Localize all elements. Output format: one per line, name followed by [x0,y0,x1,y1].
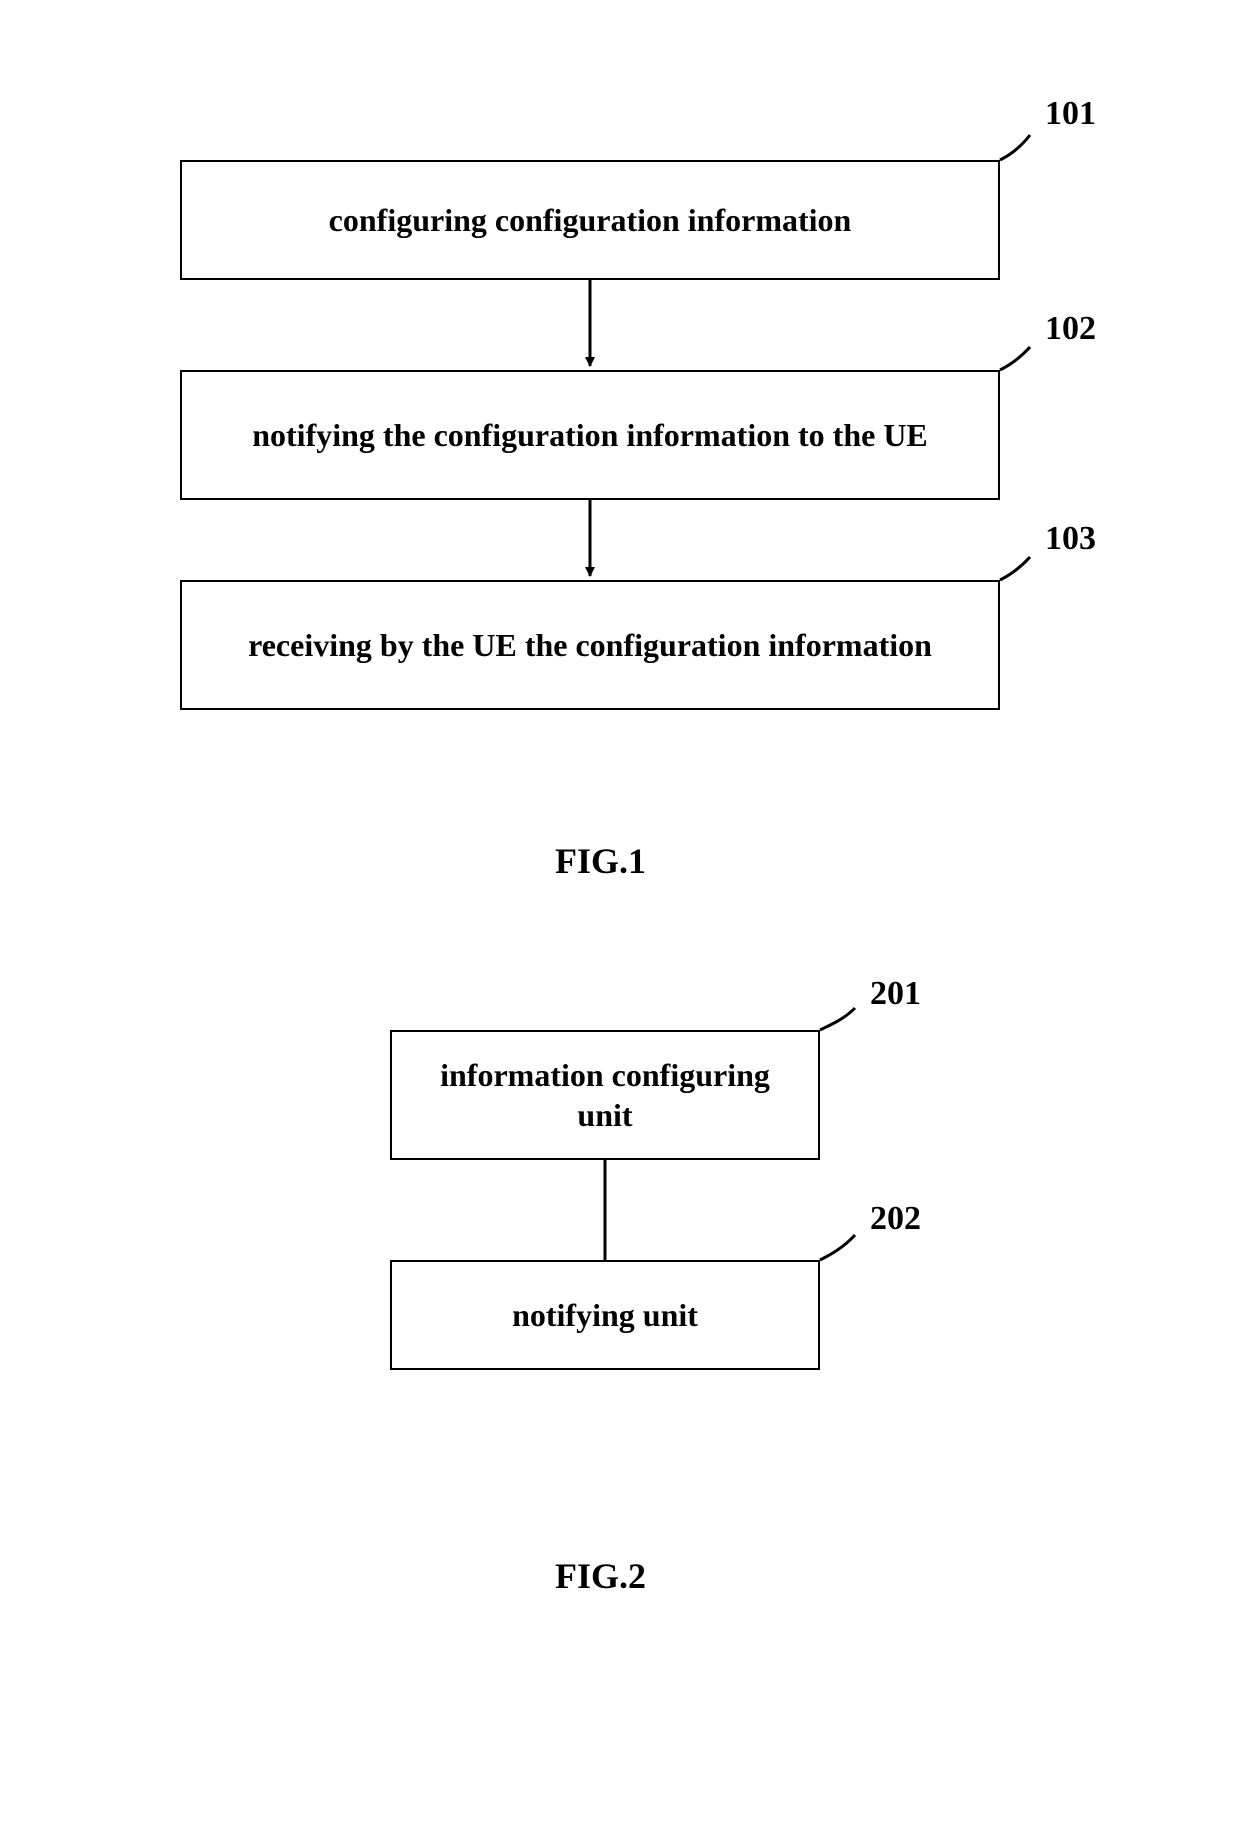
leader-102 [1000,347,1030,370]
box-103: receiving by the UE the configuration in… [180,580,1000,710]
leader-103 [1000,557,1030,580]
leader-202 [820,1235,855,1260]
ref-label-202: 202 [870,1200,921,1238]
ref-label-101: 101 [1045,95,1096,133]
box-202: notifying unit [390,1260,820,1370]
leader-201 [820,1008,855,1030]
ref-label-201: 201 [870,975,921,1013]
leader-101 [1000,135,1030,160]
fig1-caption: FIG.1 [555,840,646,882]
box-102: notifying the configuration information … [180,370,1000,500]
box-101: configuring configuration information [180,160,1000,280]
fig2-caption: FIG.2 [555,1555,646,1597]
ref-label-102: 102 [1045,310,1096,348]
ref-label-103: 103 [1045,520,1096,558]
box-201: information configuring unit [390,1030,820,1160]
